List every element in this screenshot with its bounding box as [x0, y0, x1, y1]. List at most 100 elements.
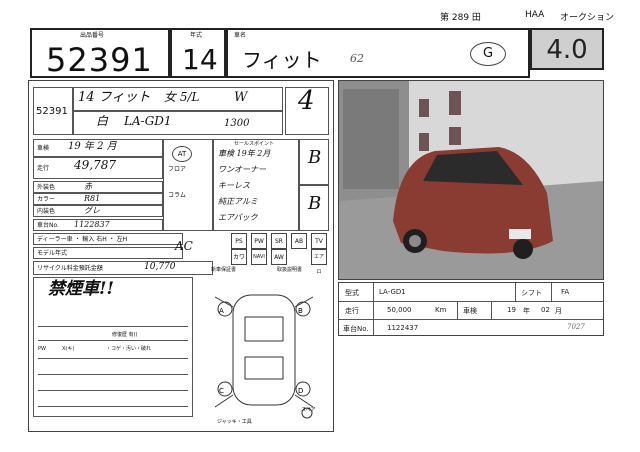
sheet-engine-cc: 1300 — [224, 118, 250, 129]
floor-label: フロア — [168, 166, 187, 173]
equip-ps: PS — [231, 233, 247, 249]
sheet-grade: W — [234, 90, 248, 105]
sheet-dealer-label: ディーラー車 ・ 輸入 右H ・ 左H — [37, 236, 128, 243]
inspection-sheet: 52391 14 フィット 女 5/L W 白 LA-GD1 1300 4 車検… — [28, 80, 334, 432]
sales-point-3: キーレス — [218, 181, 250, 190]
auction-source: HAA — [525, 10, 545, 20]
mileage-unit: Km — [435, 306, 447, 314]
exterior-grade: B — [308, 193, 322, 214]
sheet-mileage-label: 走行 — [37, 165, 50, 172]
equip-ab: AB — [291, 233, 307, 249]
equip-tv: TV — [311, 233, 327, 249]
xkey-label: X(キ) — [62, 346, 75, 352]
sheet-recycle-value: 10,770 — [144, 262, 176, 272]
interior-grade-cell: B — [299, 139, 329, 185]
new-car-warranty-label: 新車保証書 — [211, 267, 237, 273]
inspection-label: 車検 — [463, 307, 477, 315]
mileage-value: 50,000 — [387, 306, 412, 314]
sheet-mileage-value: 49,787 — [74, 158, 116, 172]
sheet-lot-cell: 52391 — [33, 87, 73, 135]
car-photo-illustration — [339, 81, 603, 279]
sheet-color-code-row: カラー R81 — [33, 193, 163, 205]
notes-area: 禁煙車!! 修復歴 有() PW X(キ) ・コゲ・汚い・破れ — [33, 277, 193, 417]
sheet-score-cell: 4 — [285, 87, 329, 135]
year-box: 年式 14 — [170, 28, 226, 78]
equip-sr: SR — [271, 233, 287, 249]
sheet-ext-color-label: 外装色 — [37, 184, 56, 191]
sheet-reg-cell: 車検 19 年 2 月 — [33, 139, 163, 157]
sheet-model-code: LA-GD1 — [124, 114, 172, 128]
non-smoking-note: 禁煙車!! — [48, 279, 114, 299]
chassis-label: 車台No. — [343, 325, 369, 333]
sheet-chassis-value: 1122837 — [74, 220, 110, 229]
sheet-int-color-row: 内装色 グレ — [33, 205, 163, 217]
sales-point-5: エアバック — [218, 213, 258, 222]
equip-aero: エアロ — [311, 249, 327, 275]
sheet-reg-label: 車検 — [37, 145, 50, 152]
handwritten-code: 62 — [350, 52, 364, 65]
handwritten-number: 7027 — [567, 323, 585, 331]
sales-point-1: 車検 19年 2月 — [218, 149, 271, 158]
shift-label: シフト — [521, 289, 542, 297]
sheet-recycle-row: リサイクル料金預託金額 10,770 — [33, 261, 213, 275]
car-photo — [338, 80, 604, 280]
mileage-label: 走行 — [345, 307, 359, 315]
manual-label: 取扱説明書 — [277, 267, 303, 273]
inspection-month-unit: 月 — [555, 307, 562, 315]
sales-points-label: セールスポイント — [234, 141, 275, 147]
sheet-int-color-label: 内装色 — [37, 208, 56, 215]
sheet-color-hand: 白 — [96, 114, 109, 128]
lot-number-box: 出品番号 52391 — [30, 28, 170, 78]
sheet-code-cell: 白 LA-GD1 1300 — [73, 111, 283, 135]
equip-pw: PW — [251, 233, 267, 249]
sheet-chassis-row: 車台No. 1122837 — [33, 219, 163, 231]
model-type-label: 型式 — [345, 289, 359, 297]
sheet-dealer-row: ディーラー車 ・ 輸入 右H ・ 左H — [33, 233, 183, 245]
sheet-ac-mark: AC — [175, 239, 193, 253]
sheet-model-cell: 14 フィット 女 5/L W — [73, 87, 283, 111]
sales-point-4: 純正アルミ — [218, 197, 258, 206]
sheet-int-color-value: グレ — [84, 206, 100, 215]
sheet-color-code-label: カラー — [37, 196, 56, 203]
model-name-label: 車名 — [234, 32, 247, 39]
diagram-letter-b: B — [298, 307, 303, 315]
auction-sheet-page: 第 289 田 HAA オークション 出品番号 52391 年式 14 車名 フ… — [0, 0, 640, 452]
equip-navi: NAVI — [251, 249, 267, 265]
model-name: フィット — [242, 48, 322, 72]
exterior-grade-cell: B — [299, 185, 329, 231]
inspection-year: 19 — [507, 306, 516, 314]
equip-aw: AW — [271, 249, 287, 265]
model-name-box: 車名 フィット 62 G — [226, 28, 530, 78]
pw-label: PW — [38, 346, 46, 352]
sheet-year-model: 14 フィット — [78, 90, 151, 105]
diagram-letter-a: A — [219, 307, 224, 315]
damage-note: ・コゲ・汚い・破れ — [106, 346, 152, 352]
inspection-year-unit: 年 — [523, 307, 530, 315]
sheet-score: 4 — [298, 87, 315, 116]
car-damage-diagram: A B C D スペア ジャッキ・工具 — [214, 294, 316, 425]
inspection-month: 02 — [541, 306, 550, 314]
sales-points-cell: セールスポイント 車検 19年 2月 ワンオーナー キーレス 純正アルミ エアバ… — [213, 139, 299, 231]
repair-history-note: 修復歴 有() — [112, 332, 138, 338]
sheet-ext-color-value: 赤 — [84, 182, 92, 191]
sheet-lot-number: 52391 — [36, 106, 68, 117]
year-label: 年式 — [190, 32, 203, 39]
diagram-letter-c: C — [219, 387, 224, 395]
vehicle-info-table: 型式 LA-GD1 シフト FA 走行 50,000 Km 車検 19 年 02… — [338, 282, 604, 336]
sheet-reg-value: 19 年 2 月 — [68, 141, 117, 152]
auction-score: 4.0 — [546, 35, 588, 65]
sheet-transmission-cell: AT フロア コラム — [163, 139, 213, 231]
sales-point-2: ワンオーナー — [218, 165, 266, 174]
sheet-recycle-label: リサイクル料金預託金額 — [37, 265, 103, 272]
year-value: 14 — [182, 43, 218, 76]
sheet-chassis-label: 車台No. — [37, 222, 59, 229]
chassis-value: 1122437 — [387, 324, 419, 332]
model-type-value: LA-GD1 — [379, 288, 406, 296]
page-number: 第 289 田 — [440, 13, 481, 23]
at-circle: AT — [172, 146, 192, 162]
jack-tool-label: ジャッキ・工具 — [217, 419, 252, 425]
column-label: コラム — [168, 192, 186, 199]
sheet-ext-color-row: 外装色 赤 — [33, 181, 163, 193]
sheet-body-type: 女 5/L — [164, 90, 200, 104]
sheet-model-year-row: モデル年式 — [33, 247, 183, 259]
